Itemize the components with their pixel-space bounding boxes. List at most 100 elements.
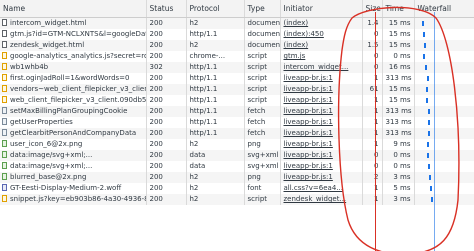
request-time: 0 ms [382, 161, 415, 172]
request-name-cell[interactable]: intercom_widget.html [0, 17, 147, 29]
column-header-status[interactable]: Status [146, 0, 187, 18]
request-initiator[interactable]: liveapp-br.js:1 [280, 172, 363, 183]
request-type: document [244, 17, 281, 29]
initiator-link[interactable]: liveapp-br.js:1 [284, 173, 333, 181]
request-size: 1 [362, 139, 383, 150]
request-name-cell[interactable]: setMaxBillingPlanGroupingCookie [0, 106, 147, 117]
request-size: 0 [362, 51, 383, 62]
request-name-cell[interactable]: blurred_base@2x.png [0, 172, 147, 183]
table-row[interactable]: vendors~web_client_filepicker_v3_client.… [0, 84, 474, 95]
request-initiator[interactable]: (index) [280, 40, 363, 51]
request-size: 61 [362, 84, 383, 95]
script-icon [2, 63, 7, 70]
initiator-link[interactable]: liveapp-br.js:1 [284, 151, 333, 159]
request-waterfall [414, 194, 474, 205]
request-name: user_icon_6@2x.png [10, 140, 83, 148]
request-initiator[interactable]: all.css?v=6ea4... [280, 183, 363, 194]
request-protocol: http/1.1 [186, 95, 245, 106]
initiator-link[interactable]: zendesk_widget... [284, 195, 347, 203]
request-initiator[interactable]: intercom_widget... [280, 62, 363, 73]
request-name-cell[interactable]: zendesk_widget.html [0, 40, 147, 51]
column-header-type[interactable]: Type [244, 0, 281, 18]
request-name-cell[interactable]: first.oginJadRoll=1&wordWords=0 [0, 73, 147, 84]
table-row[interactable]: data:image/svg+xml;... 200 data svg+xml live… [0, 161, 474, 172]
table-row[interactable]: intercom_widget.html 200 h2 document (index)… [0, 17, 474, 29]
table-row[interactable]: getClearbitPersonAndCompanyData 200 http/1… [0, 128, 474, 139]
request-initiator[interactable]: liveapp-br.js:1 [280, 139, 363, 150]
initiator-link[interactable]: liveapp-br.js:1 [284, 107, 333, 115]
request-rows: intercom_widget.html 200 h2 document (index)… [0, 17, 474, 205]
table-row[interactable]: snippet.js?key=eb903b86-4a30-4936-860e-.… [0, 194, 474, 205]
table-row[interactable]: gtm.js?id=GTM-NCLXNTS&l=googleDataLa...2… [0, 29, 474, 40]
request-initiator[interactable]: (index) [280, 17, 363, 29]
request-name-cell[interactable]: gtm.js?id=GTM-NCLXNTS&l=googleDataLa... [0, 29, 147, 40]
request-status: 200 [146, 194, 187, 205]
request-initiator[interactable]: (index):450 [280, 29, 363, 40]
request-initiator[interactable]: liveapp-br.js:1 [280, 95, 363, 106]
column-header-size[interactable]: Size [362, 0, 383, 18]
request-initiator[interactable]: liveapp-br.js:1 [280, 84, 363, 95]
request-initiator[interactable]: zendesk_widget... [280, 194, 363, 205]
request-name-cell[interactable]: web_client_filepicker_v3_client.090db5cb… [0, 95, 147, 106]
table-row[interactable]: GT-Eesti-Display-Medium-2.woff 200 h2 font a… [0, 183, 474, 194]
column-header-protocol[interactable]: Protocol [186, 0, 245, 18]
initiator-link[interactable]: liveapp-br.js:1 [284, 118, 333, 126]
request-initiator[interactable]: liveapp-br.js:1 [280, 161, 363, 172]
initiator-link[interactable]: (index) [284, 19, 309, 27]
request-initiator[interactable]: liveapp-br.js:1 [280, 106, 363, 117]
table-row[interactable]: google-analytics_analytics.js?secret=rqt… [0, 51, 474, 62]
request-name-cell[interactable]: vendors~web_client_filepicker_v3_client.… [0, 84, 147, 95]
request-initiator[interactable]: liveapp-br.js:1 [280, 117, 363, 128]
table-row[interactable]: setMaxBillingPlanGroupingCookie 200 http/1… [0, 106, 474, 117]
request-name-cell[interactable]: data:image/svg+xml;... [0, 150, 147, 161]
request-size: 1 [362, 183, 383, 194]
column-header-name[interactable]: Name [0, 0, 147, 18]
request-protocol: h2 [186, 139, 245, 150]
request-protocol: http/1.1 [186, 29, 245, 40]
table-row[interactable]: web_client_filepicker_v3_client.090db5cb… [0, 95, 474, 106]
request-time: 15 ms [382, 17, 415, 29]
column-header-initiator[interactable]: Initiator [280, 0, 363, 18]
initiator-link[interactable]: liveapp-br.js:1 [284, 74, 333, 82]
table-row[interactable]: getUserProperties 200 http/1.1 fetch liveapp… [0, 117, 474, 128]
initiator-link[interactable]: liveapp-br.js:1 [284, 85, 333, 93]
request-initiator[interactable]: liveapp-br.js:1 [280, 150, 363, 161]
request-initiator[interactable]: liveapp-br.js:1 [280, 128, 363, 139]
request-time: 5 ms [382, 183, 415, 194]
initiator-link[interactable]: liveapp-br.js:1 [284, 96, 333, 104]
initiator-link[interactable]: (index) [284, 41, 309, 49]
request-name-cell[interactable]: getUserProperties [0, 117, 147, 128]
table-row[interactable]: wb1whb4b 302 http/1.1 script intercom_widget… [0, 62, 474, 73]
request-time: 313 ms [382, 128, 415, 139]
request-initiator[interactable]: liveapp-br.js:1 [280, 73, 363, 84]
request-type: script [244, 62, 281, 73]
waterfall-bar [426, 142, 429, 147]
request-name: getClearbitPersonAndCompanyData [10, 129, 137, 137]
request-name-cell[interactable]: user_icon_6@2x.png [0, 139, 147, 150]
initiator-link[interactable]: liveapp-br.js:1 [284, 140, 333, 148]
initiator-link[interactable]: liveapp-br.js:1 [284, 129, 333, 137]
request-status: 200 [146, 183, 187, 194]
request-name-cell[interactable]: google-analytics_analytics.js?secret=rqt… [0, 51, 147, 62]
script-icon [2, 96, 7, 103]
request-name-cell[interactable]: getClearbitPersonAndCompanyData [0, 128, 147, 139]
column-header-waterfall[interactable]: Waterfall [414, 0, 474, 18]
table-row[interactable]: zendesk_widget.html 200 h2 document (index) 1… [0, 40, 474, 51]
request-name-cell[interactable]: wb1whb4b [0, 62, 147, 73]
table-row[interactable]: user_icon_6@2x.png 200 h2 png liveapp-br.js:… [0, 139, 474, 150]
initiator-link[interactable]: gtm.js [284, 52, 306, 60]
initiator-link[interactable]: (index):450 [284, 30, 324, 38]
request-name-cell[interactable]: snippet.js?key=eb903b86-4a30-4936-860e-.… [0, 194, 147, 205]
column-header-time[interactable]: Time [382, 0, 415, 18]
table-row[interactable]: first.oginJadRoll=1&wordWords=0 200 http/1… [0, 73, 474, 84]
request-name: zendesk_widget.html [10, 41, 85, 49]
initiator-link[interactable]: intercom_widget... [284, 63, 349, 71]
request-name-cell[interactable]: GT-Eesti-Display-Medium-2.woff [0, 183, 147, 194]
initiator-link[interactable]: all.css?v=6ea4... [284, 184, 343, 192]
request-initiator[interactable]: gtm.js [280, 51, 363, 62]
initiator-link[interactable]: liveapp-br.js:1 [284, 162, 333, 170]
request-waterfall [414, 139, 474, 150]
table-row[interactable]: blurred_base@2x.png 200 h2 png liveapp-br.js… [0, 172, 474, 183]
request-name-cell[interactable]: data:image/svg+xml;... [0, 161, 147, 172]
table-row[interactable]: data:image/svg+xml;... 200 data svg+xml live… [0, 150, 474, 161]
